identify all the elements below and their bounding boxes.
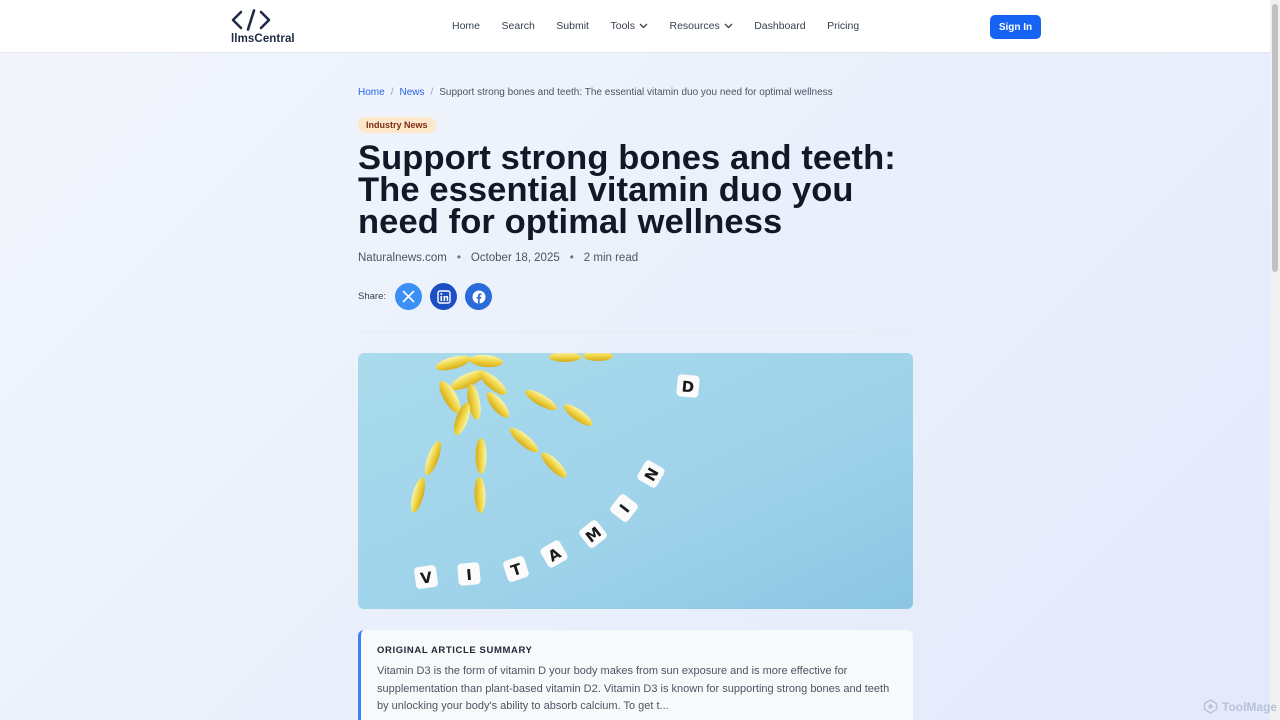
summary-heading: ORIGINAL ARTICLE SUMMARY [377, 645, 533, 656]
nav-submit[interactable]: Submit [556, 20, 589, 32]
main-nav: Home Search Submit Tools Resources Dashb… [452, 20, 881, 32]
watermark-text: ToolMage [1222, 699, 1278, 714]
x-logo-icon [402, 290, 415, 303]
article-title: Support strong bones and teeth: The esse… [358, 139, 896, 241]
nav-resources-dropdown[interactable]: Resources [670, 20, 733, 32]
nav-search[interactable]: Search [502, 20, 535, 32]
nav-tools-dropdown[interactable]: Tools [610, 20, 648, 32]
cube-letter-d: D [681, 377, 695, 396]
chevron-down-icon [639, 23, 648, 29]
share-bar: Share: [358, 283, 500, 310]
nav-dashboard-label: Dashboard [754, 20, 806, 32]
nav-pricing[interactable]: Pricing [827, 20, 859, 32]
toolmage-logo-icon [1203, 699, 1218, 714]
nav-home-label: Home [452, 20, 481, 32]
top-navigation-bar: llmsCentral Home Search Submit Tools Res… [0, 0, 1270, 53]
nav-submit-label: Submit [556, 20, 589, 32]
nav-resources-label: Resources [669, 20, 720, 32]
logo-text: llmsCentral [231, 33, 295, 45]
share-facebook-button[interactable] [465, 283, 492, 310]
nav-home[interactable]: Home [452, 20, 480, 32]
article-read-time: 2 min read [583, 252, 639, 264]
article-meta: Naturalnews.com • October 18, 2025 • 2 m… [358, 252, 638, 264]
meta-separator: • [569, 252, 574, 264]
article-date: October 18, 2025 [470, 252, 560, 264]
nav-dashboard[interactable]: Dashboard [754, 20, 805, 32]
linkedin-icon [436, 289, 451, 304]
sign-in-button[interactable]: Sign In [990, 15, 1041, 39]
article-source: Naturalnews.com [358, 252, 447, 264]
share-label: Share: [358, 291, 386, 302]
chevron-down-icon [724, 23, 733, 29]
breadcrumb-news-link[interactable]: News [399, 87, 424, 98]
share-x-button[interactable] [395, 283, 422, 310]
category-badge[interactable]: Industry News [358, 117, 436, 133]
nav-tools-label: Tools [610, 20, 635, 32]
share-linkedin-button[interactable] [430, 283, 457, 310]
page-scrollbar[interactable] [1270, 0, 1280, 720]
summary-text: Vitamin D3 is the form of vitamin D your… [377, 665, 890, 712]
breadcrumb-separator: / [390, 87, 394, 98]
toolmage-watermark: ToolMage [1203, 699, 1277, 714]
breadcrumb-separator: / [430, 87, 434, 98]
scrollbar-thumb[interactable] [1272, 4, 1278, 272]
breadcrumb: Home / News / Support strong bones and t… [358, 87, 833, 98]
breadcrumb-home-link[interactable]: Home [358, 87, 385, 98]
vitamin-d-photo: V I T A M I N D [358, 353, 913, 609]
meta-separator: • [456, 252, 461, 264]
original-article-summary: ORIGINAL ARTICLE SUMMARY Vitamin D3 is t… [358, 630, 913, 720]
nav-search-label: Search [501, 20, 535, 32]
site-logo[interactable]: llmsCentral [231, 9, 295, 47]
code-brackets-icon [231, 9, 271, 31]
section-divider [358, 331, 913, 332]
article-hero-image: V I T A M I N D [358, 353, 913, 609]
facebook-icon [472, 290, 485, 303]
breadcrumb-current-page: Support strong bones and teeth: The esse… [439, 87, 833, 98]
nav-pricing-label: Pricing [827, 20, 860, 32]
